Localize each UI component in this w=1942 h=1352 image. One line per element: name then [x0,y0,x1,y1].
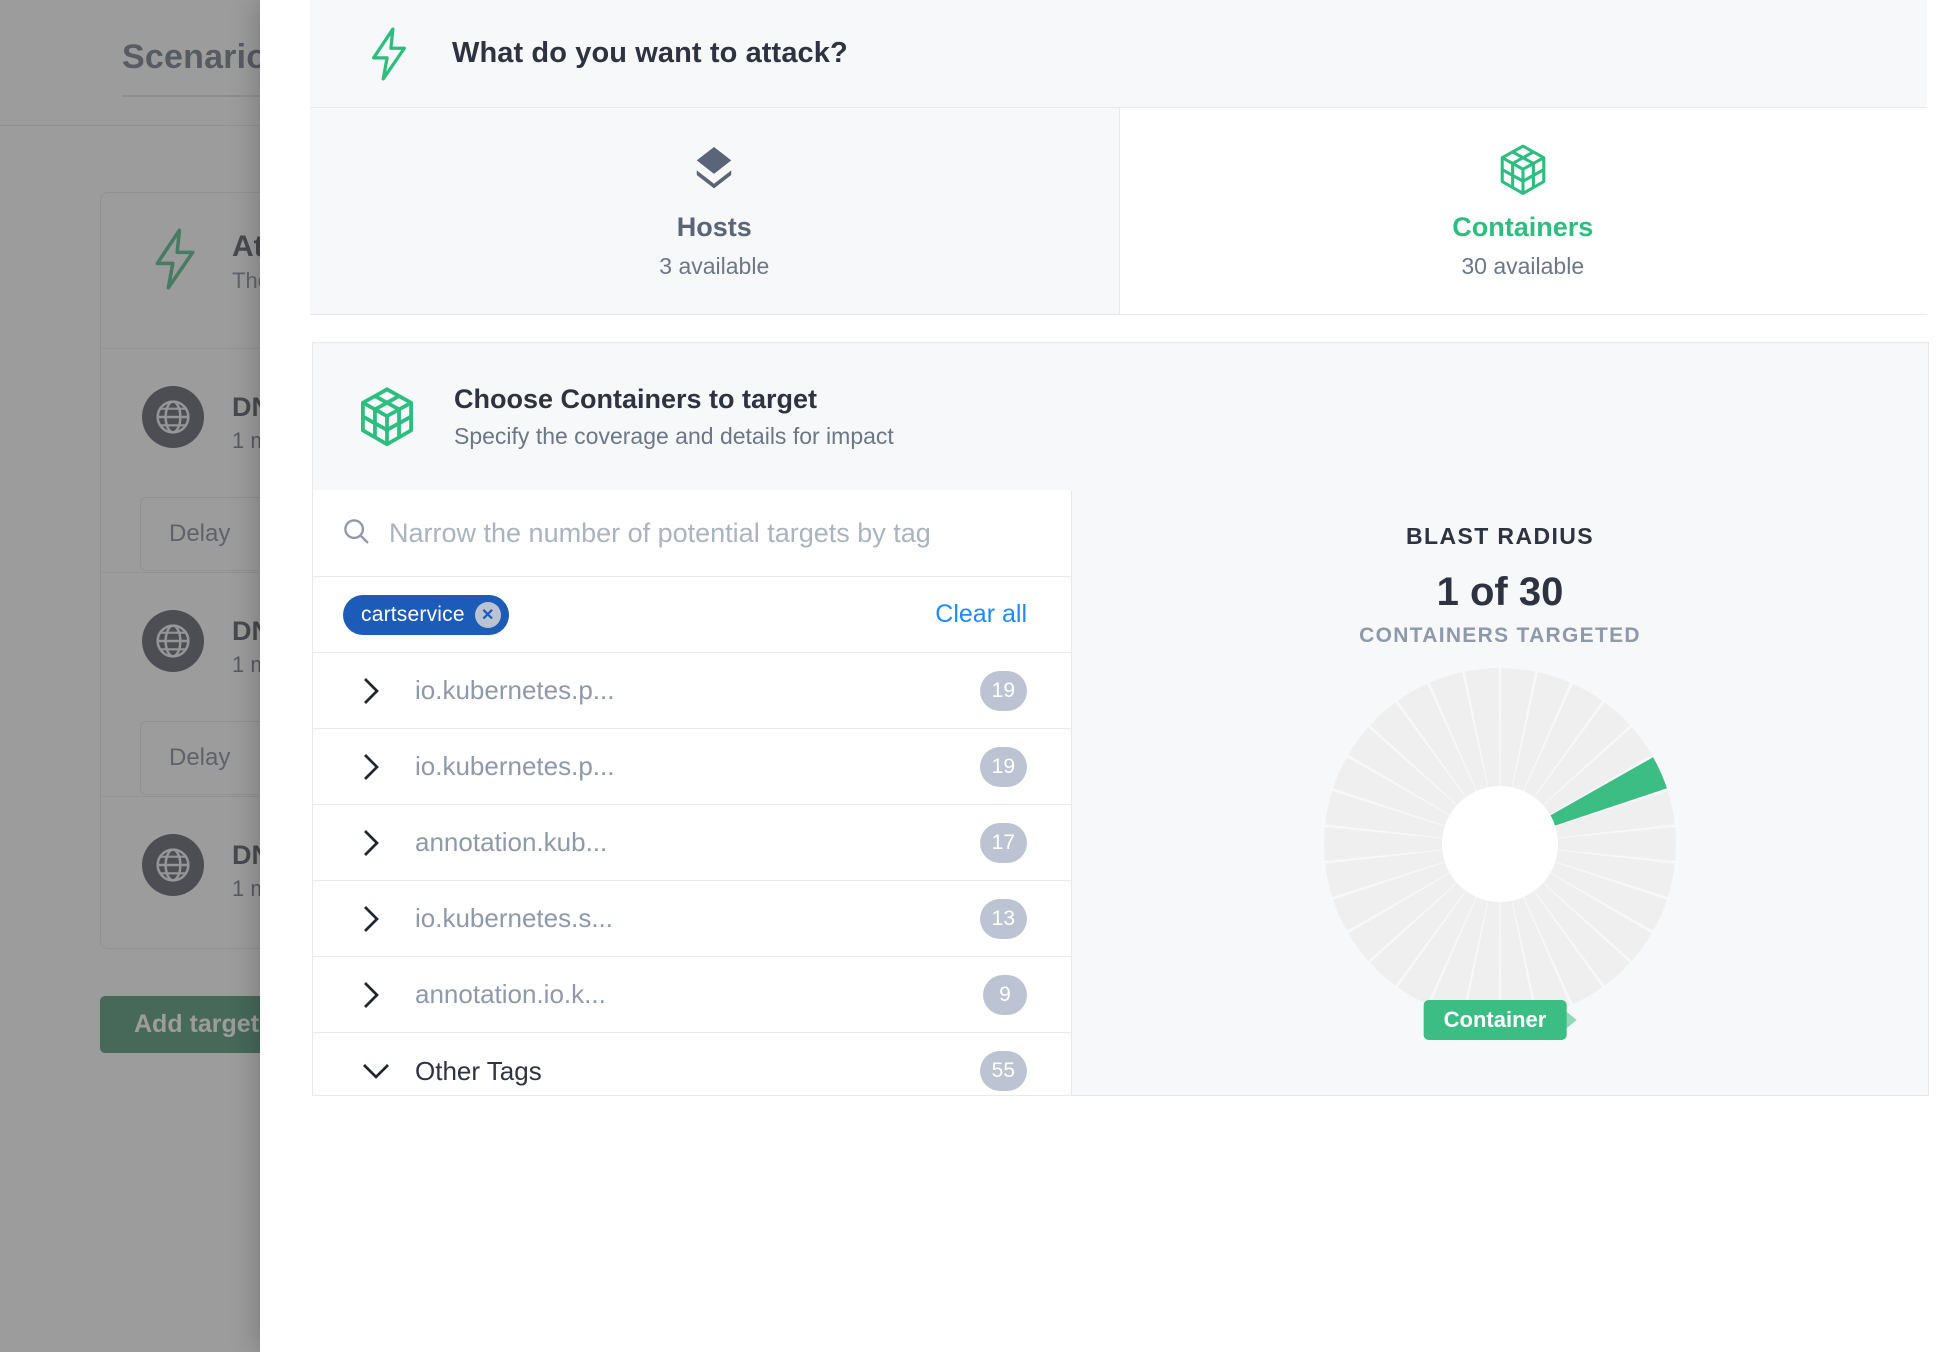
chevron-right-icon[interactable] [361,676,401,706]
cube-icon [1498,142,1548,198]
filter-chip-cartservice[interactable]: cartservice ✕ [343,594,509,635]
lightning-bolt-icon [366,26,412,81]
tag-count-badge: 19 [979,746,1027,787]
tag-count-badge: 13 [979,898,1027,939]
blast-radius-badge: Container [1423,1000,1577,1040]
modal-header-title: What do you want to attack? [452,37,848,69]
target-type-label: Hosts [676,212,752,242]
clear-all-button[interactable]: Clear all [935,600,1027,629]
blast-radius-count: 1 of 30 [1436,570,1564,614]
tag-row[interactable]: annotation.kub... 17 [313,805,1071,881]
section-title: Choose Containers to target [454,383,818,414]
chevron-right-icon[interactable] [361,980,401,1010]
chevron-right-icon[interactable] [361,828,401,858]
chevron-down-icon[interactable] [361,1061,401,1081]
target-type-label: Containers [1452,212,1594,242]
close-icon[interactable]: ✕ [474,601,501,628]
tag-row-other-tags[interactable]: Other Tags 55 [313,1033,1071,1109]
blast-radius-caption: CONTAINERS TARGETED [1359,624,1641,647]
badge-pointer-icon [1565,1011,1577,1029]
target-type-selector: Hosts 3 available Containers 30 availabl… [310,108,1927,315]
target-type-hosts[interactable]: Hosts 3 available [310,108,1119,314]
active-filters-row: cartservice ✕ Clear all [313,577,1071,653]
target-type-containers[interactable]: Containers 30 available [1118,108,1927,314]
tag-name: io.kubernetes.s... [415,903,613,933]
tag-name: io.kubernetes.p... [415,675,615,705]
tag-name: io.kubernetes.p... [415,751,615,781]
target-type-availability: 30 available [1461,253,1585,279]
search-input-wrapper[interactable]: Narrow the number of potential targets b… [313,490,1071,577]
tag-row[interactable]: io.kubernetes.s... 13 [313,881,1071,957]
layers-icon [691,142,737,198]
tag-count-badge: 55 [979,1051,1027,1091]
chevron-right-icon[interactable] [361,752,401,782]
blast-radius-title: BLAST RADIUS [1405,523,1595,549]
tag-count-badge: 19 [979,670,1027,711]
tag-name: annotation.io.k... [415,979,606,1009]
tag-filter-column: Narrow the number of potential targets b… [313,490,1072,1095]
chevron-right-icon[interactable] [361,904,401,934]
blast-radius-badge-label: Container [1423,1000,1567,1040]
search-input[interactable]: Narrow the number of potential targets b… [389,518,931,549]
blast-radius-panel: BLAST RADIUS 1 of 30 CONTAINERS TARGETED… [1072,490,1928,1095]
tag-row[interactable]: io.kubernetes.p... 19 [313,653,1071,729]
tag-name: annotation.kub... [415,827,608,857]
tag-count-badge: 17 [979,822,1027,863]
tag-name: Other Tags [415,1055,542,1086]
choose-containers-section-header: Choose Containers to target Specify the … [312,342,1929,490]
chip-label: cartservice [361,602,465,626]
tag-row[interactable]: io.kubernetes.p... 19 [313,729,1071,805]
target-selection-body: Narrow the number of potential targets b… [312,490,1929,1096]
cube-icon [358,384,416,450]
target-type-availability: 3 available [659,253,770,279]
tag-count-badge: 9 [983,974,1027,1015]
blast-radius-donut-chart [1324,668,1676,1020]
search-icon [341,516,371,551]
tag-row[interactable]: annotation.io.k... 9 [313,957,1071,1033]
modal-header: What do you want to attack? [310,0,1927,108]
section-subtitle: Specify the coverage and details for imp… [454,422,894,449]
